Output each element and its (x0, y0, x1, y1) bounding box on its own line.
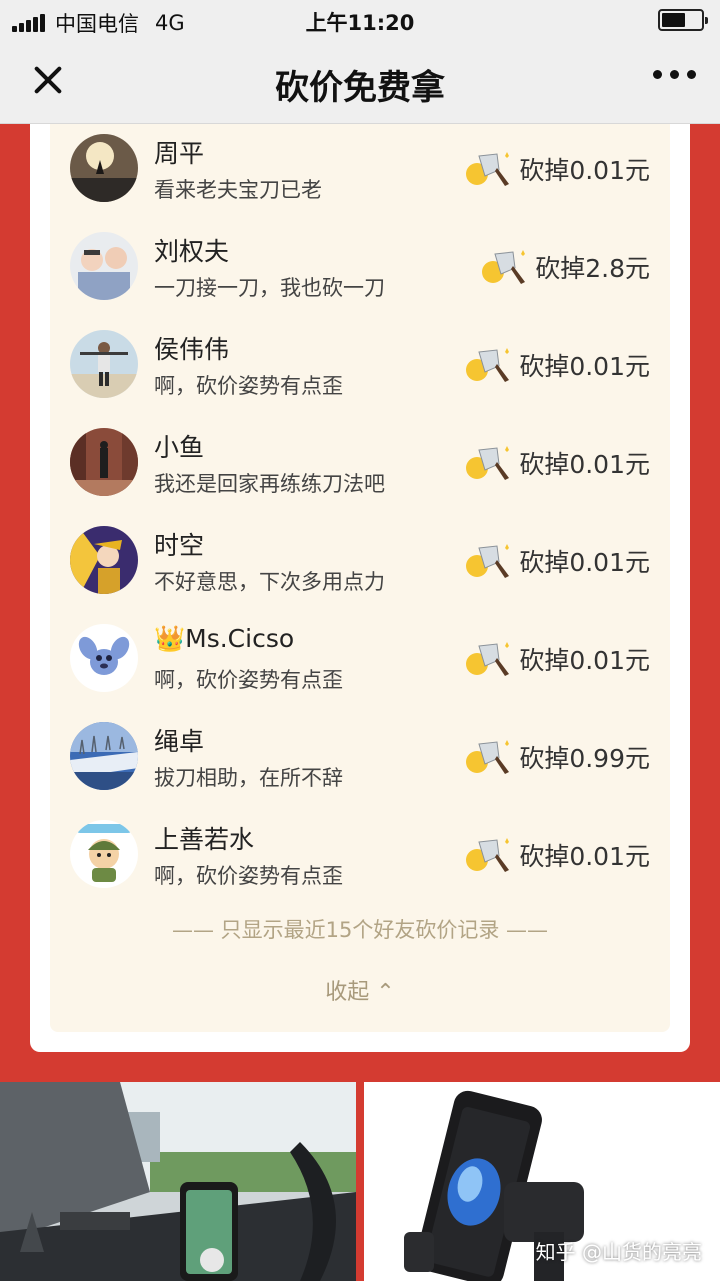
list-item: 侯伟伟 啊，砍价姿势有点歪 砍掉0.01元 (50, 324, 670, 422)
cut-amount-text: 砍掉0.01元 (519, 156, 650, 185)
cut-amount-text: 砍掉0.01元 (519, 548, 650, 577)
records-limit-note: —— 只显示最近15个好友砍价记录 —— (171, 918, 549, 942)
cut-amount: 砍掉0.01元 (465, 444, 650, 482)
friend-name: 小鱼 (154, 433, 205, 462)
avatar (70, 330, 138, 398)
cut-amount: 砍掉0.01元 (465, 346, 650, 384)
list-item: 刘权夫 一刀接一刀，我也砍一刀 砍掉2.8元 (50, 226, 670, 324)
avatar (70, 526, 138, 594)
watermark: 知乎 @山货的亮亮 (535, 1240, 702, 1264)
list-item: 周平 看来老夫宝刀已老 砍掉0.01元 (50, 128, 670, 226)
avatar (70, 428, 138, 496)
friend-comment: 我还是回家再练练刀法吧 (154, 472, 385, 496)
bargain-card: 周平 看来老夫宝刀已老 砍掉0.01元 刘权夫 一刀接一刀，我也砍一刀 砍掉2.… (30, 124, 690, 1052)
cut-amount-text: 砍掉0.01元 (519, 842, 650, 871)
avatar (70, 624, 138, 692)
cleaver-icon (466, 740, 510, 774)
product-image-car-mount[interactable] (0, 1082, 356, 1281)
friend-name: 刘权夫 (154, 237, 230, 266)
list-item: 👑Ms.Cicso 啊，砍价姿势有点歪 砍掉0.01元 (50, 618, 670, 716)
friend-comment: 不好意思，下次多用点力 (154, 570, 385, 594)
list-item: 小鱼 我还是回家再练练刀法吧 砍掉0.01元 (50, 422, 670, 520)
cleaver-icon (466, 642, 510, 676)
cut-amount-text: 砍掉2.8元 (535, 254, 650, 283)
cleaver-icon (466, 446, 510, 480)
cleaver-icon (466, 348, 510, 382)
more-icon[interactable] (645, 70, 696, 79)
avatar (70, 820, 138, 888)
friend-comment: 啊，砍价姿势有点歪 (154, 864, 343, 888)
list-item: 上善若水 啊，砍价姿势有点歪 砍掉0.01元 (50, 814, 670, 912)
cut-amount-text: 砍掉0.01元 (519, 450, 650, 479)
cut-amount: 砍掉0.99元 (465, 738, 650, 776)
cleaver-icon (466, 544, 510, 578)
status-bar: 中国电信 4G 上午11:20 (0, 0, 720, 40)
cut-amount-text: 砍掉0.01元 (519, 352, 650, 381)
friend-comment: 拔刀相助，在所不辞 (154, 766, 343, 790)
friend-comment: 一刀接一刀，我也砍一刀 (154, 276, 385, 300)
friend-comment: 啊，砍价姿势有点歪 (154, 374, 343, 398)
cut-amount: 砍掉0.01元 (465, 542, 650, 580)
cut-amount-text: 砍掉0.99元 (519, 744, 650, 773)
list-item: 时空 不好意思，下次多用点力 砍掉0.01元 (50, 520, 670, 618)
friend-name: 上善若水 (154, 825, 255, 854)
friend-name: 侯伟伟 (154, 335, 230, 364)
avatar (70, 134, 138, 202)
cut-amount: 砍掉2.8元 (481, 248, 650, 286)
cleaver-icon (466, 152, 510, 186)
friend-name: 绳卓 (154, 727, 205, 756)
cut-amount: 砍掉0.01元 (465, 640, 650, 678)
bargain-record-list: 周平 看来老夫宝刀已老 砍掉0.01元 刘权夫 一刀接一刀，我也砍一刀 砍掉2.… (50, 124, 670, 1032)
battery-level (662, 13, 685, 27)
friend-name: 周平 (154, 139, 205, 168)
list-item: 绳卓 拔刀相助，在所不辞 砍掉0.99元 (50, 716, 670, 814)
status-time: 上午11:20 (305, 11, 415, 35)
friend-name: 👑Ms.Cicso (154, 624, 295, 653)
friend-comment: 啊，砍价姿势有点歪 (154, 668, 343, 692)
avatar (70, 722, 138, 790)
cut-amount-text: 砍掉0.01元 (519, 646, 650, 675)
avatar (70, 232, 138, 300)
cut-amount: 砍掉0.01元 (465, 836, 650, 874)
cut-amount: 砍掉0.01元 (465, 150, 650, 188)
collapse-button[interactable]: 收起 ⌃ (50, 974, 670, 1006)
nav-bar: 砍价免费拿 (0, 40, 720, 124)
friend-comment: 看来老夫宝刀已老 (154, 178, 322, 202)
cleaver-icon (466, 838, 510, 872)
friend-name: 时空 (154, 531, 205, 560)
battery-icon (658, 9, 708, 31)
page-title: 砍价免费拿 (275, 68, 445, 108)
cleaver-icon (482, 250, 526, 284)
